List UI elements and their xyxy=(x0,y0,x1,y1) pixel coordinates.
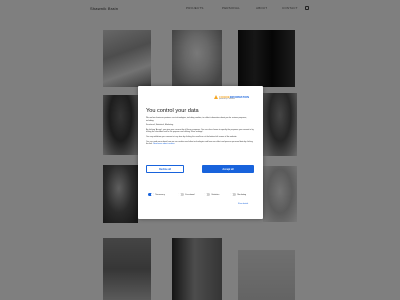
cookie-consent-dialog: COOKIEINFORMATION powered by Cookiebot Y… xyxy=(138,86,263,219)
consent-paragraph: Functional, Statistical, Marketing xyxy=(146,124,174,127)
toggle-statistics[interactable]: Statistics xyxy=(204,193,219,197)
switch-icon[interactable] xyxy=(230,193,236,197)
decline-all-button[interactable]: Decline all xyxy=(146,165,184,173)
logo-subtitle: powered by Cookiebot xyxy=(219,99,235,100)
toggle-functional[interactable]: Functional xyxy=(178,193,195,197)
consent-paragraph: You may withdraw your consent at any tim… xyxy=(146,135,237,138)
read-more-link[interactable]: Read more about cookies xyxy=(153,143,175,145)
accept-all-button[interactable]: Accept all xyxy=(202,165,254,173)
consent-body: We and our business partners use technol… xyxy=(146,117,254,148)
consent-paragraph: You can read more about how we use cooki… xyxy=(146,140,253,146)
consent-title: You control your data xyxy=(146,108,199,114)
show-details-link[interactable]: Show details xyxy=(238,203,248,205)
switch-icon[interactable] xyxy=(204,193,210,197)
switch-icon[interactable] xyxy=(148,193,154,197)
consent-toggles: Necessary Functional Statistics Marketin… xyxy=(148,193,260,199)
cookie-logo-icon xyxy=(214,95,218,99)
consent-paragraph: We and our business partners use technol… xyxy=(146,117,247,122)
switch-icon[interactable] xyxy=(178,193,184,197)
toggle-marketing[interactable]: Marketing xyxy=(230,193,246,197)
toggle-necessary[interactable]: Necessary xyxy=(148,193,165,197)
consent-paragraph: By clicking 'Accept', you give your cons… xyxy=(146,128,254,134)
